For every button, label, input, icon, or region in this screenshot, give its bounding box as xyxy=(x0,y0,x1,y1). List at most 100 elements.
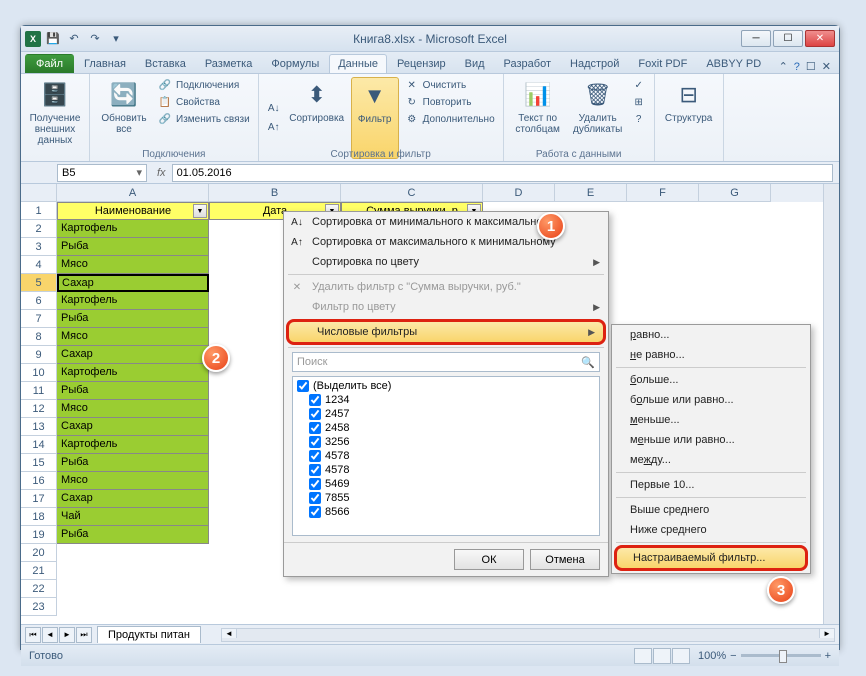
consolidate-button[interactable]: ⊞ xyxy=(630,94,648,110)
column-header-C[interactable]: C xyxy=(341,184,483,202)
checkbox[interactable] xyxy=(309,450,321,462)
window-restore-icon[interactable]: ☐ xyxy=(806,60,816,73)
save-icon[interactable]: 💾 xyxy=(44,30,62,48)
cell-A16[interactable]: Мясо xyxy=(57,472,209,490)
cell-A15[interactable]: Рыба xyxy=(57,454,209,472)
tab-review[interactable]: Рецензир xyxy=(388,54,455,73)
tab-formulas[interactable]: Формулы xyxy=(262,54,328,73)
checkbox[interactable] xyxy=(309,422,321,434)
row-header-8[interactable]: 8 xyxy=(21,328,57,346)
filter-dropdown-A[interactable]: ▼ xyxy=(193,204,207,218)
qat-customize-icon[interactable]: ▾ xyxy=(107,30,125,48)
prev-sheet-button[interactable]: ◄ xyxy=(42,627,58,643)
cell-A10[interactable]: Картофель xyxy=(57,364,209,382)
row-header-3[interactable]: 3 xyxy=(21,238,57,256)
cell-A19[interactable]: Рыба xyxy=(57,526,209,544)
row-header-23[interactable]: 23 xyxy=(21,598,57,616)
filter-search-input[interactable]: Поиск🔍 xyxy=(292,352,600,372)
data-validation-button[interactable]: ✓ xyxy=(630,77,648,93)
filter-check-item[interactable]: 5469 xyxy=(295,477,597,491)
tab-view[interactable]: Вид xyxy=(456,54,494,73)
formula-bar[interactable]: 01.05.2016 xyxy=(172,164,833,182)
filter-check-item[interactable]: (Выделить все) xyxy=(295,379,597,393)
column-header-F[interactable]: F xyxy=(627,184,699,202)
filter-check-item[interactable]: 1234 xyxy=(295,393,597,407)
sort-button[interactable]: ⬍ Сортировка xyxy=(287,77,347,159)
ok-button[interactable]: ОК xyxy=(454,549,524,570)
edit-links-button[interactable]: 🔗Изменить связи xyxy=(156,111,252,127)
undo-icon[interactable]: ↶ xyxy=(65,30,83,48)
normal-view-button[interactable] xyxy=(634,648,652,664)
select-all-cell[interactable] xyxy=(21,184,57,202)
cell-A6[interactable]: Картофель xyxy=(57,292,209,310)
cell-A18[interactable]: Чай xyxy=(57,508,209,526)
last-sheet-button[interactable]: ⏭ xyxy=(76,627,92,643)
zoom-in-button[interactable]: + xyxy=(825,650,831,662)
sheet-tab-active[interactable]: Продукты питан xyxy=(97,626,201,643)
whatif-button[interactable]: ? xyxy=(630,111,648,127)
filter-check-item[interactable]: 7855 xyxy=(295,491,597,505)
ribbon-minimize-icon[interactable]: ⌃ xyxy=(779,60,788,73)
cell-A9[interactable]: Сахар xyxy=(57,346,209,364)
filter-check-item[interactable]: 2458 xyxy=(295,421,597,435)
row-header-6[interactable]: 6 xyxy=(21,292,57,310)
sort-desc-button[interactable]: A↑ xyxy=(265,120,283,136)
first-sheet-button[interactable]: ⏮ xyxy=(25,627,41,643)
checkbox[interactable] xyxy=(309,436,321,448)
row-header-10[interactable]: 10 xyxy=(21,364,57,382)
row-header-14[interactable]: 14 xyxy=(21,436,57,454)
page-layout-view-button[interactable] xyxy=(653,648,671,664)
cell-A8[interactable]: Мясо xyxy=(57,328,209,346)
row-header-16[interactable]: 16 xyxy=(21,472,57,490)
maximize-button[interactable]: ☐ xyxy=(773,30,803,47)
refresh-all-button[interactable]: 🔄 Обновить все xyxy=(96,77,152,159)
checkbox[interactable] xyxy=(309,492,321,504)
number-filters-item[interactable]: Числовые фильтры▶ xyxy=(286,319,606,345)
horizontal-scrollbar[interactable] xyxy=(221,628,835,642)
tab-abbyy[interactable]: ABBYY PD xyxy=(697,54,770,73)
tab-foxit[interactable]: Foxit PDF xyxy=(629,54,696,73)
row-header-7[interactable]: 7 xyxy=(21,310,57,328)
advanced-filter-button[interactable]: ⚙Дополнительно xyxy=(403,111,497,127)
checkbox[interactable] xyxy=(309,478,321,490)
next-sheet-button[interactable]: ► xyxy=(59,627,75,643)
tab-file[interactable]: Файл xyxy=(25,54,74,73)
cell-A7[interactable]: Рыба xyxy=(57,310,209,328)
cell-A5[interactable]: Сахар xyxy=(57,274,209,292)
custom-filter-item[interactable]: Настраиваемый фильтр... xyxy=(614,545,808,571)
filter-check-item[interactable]: 2457 xyxy=(295,407,597,421)
remove-duplicates-button[interactable]: 🗑 Удалить дубликаты xyxy=(570,77,626,159)
row-header-11[interactable]: 11 xyxy=(21,382,57,400)
checkbox[interactable] xyxy=(297,380,309,392)
minimize-button[interactable]: ─ xyxy=(741,30,771,47)
cell-A2[interactable]: Картофель xyxy=(57,220,209,238)
row-header-1[interactable]: 1 xyxy=(21,202,57,220)
cancel-button[interactable]: Отмена xyxy=(530,549,600,570)
cell-A4[interactable]: Мясо xyxy=(57,256,209,274)
tab-data[interactable]: Данные xyxy=(329,54,387,73)
filter-values-list[interactable]: (Выделить все)12342457245832564578457854… xyxy=(292,376,600,536)
table-header-A[interactable]: Наименование▼ xyxy=(57,202,209,220)
reapply-button[interactable]: ↻Повторить xyxy=(403,94,497,110)
filter-check-item[interactable]: 4578 xyxy=(295,463,597,477)
row-header-9[interactable]: 9 xyxy=(21,346,57,364)
row-header-4[interactable]: 4 xyxy=(21,256,57,274)
equals-item[interactable]: равно... xyxy=(612,325,810,345)
cell-A13[interactable]: Сахар xyxy=(57,418,209,436)
row-header-12[interactable]: 12 xyxy=(21,400,57,418)
between-item[interactable]: между... xyxy=(612,450,810,470)
row-header-18[interactable]: 18 xyxy=(21,508,57,526)
filter-button[interactable]: ▼ Фильтр xyxy=(351,77,399,159)
tab-layout[interactable]: Разметка xyxy=(196,54,262,73)
column-header-D[interactable]: D xyxy=(483,184,555,202)
column-header-E[interactable]: E xyxy=(555,184,627,202)
column-header-B[interactable]: B xyxy=(209,184,341,202)
cell-A14[interactable]: Картофель xyxy=(57,436,209,454)
text-to-columns-button[interactable]: 📊 Текст по столбцам xyxy=(510,77,566,159)
namebox-dropdown-icon[interactable]: ▾ xyxy=(136,166,142,179)
name-box[interactable]: B5 ▾ xyxy=(57,164,147,182)
tab-insert[interactable]: Вставка xyxy=(136,54,195,73)
row-header-2[interactable]: 2 xyxy=(21,220,57,238)
cell-A3[interactable]: Рыба xyxy=(57,238,209,256)
workbook-close-icon[interactable]: ✕ xyxy=(822,60,831,73)
